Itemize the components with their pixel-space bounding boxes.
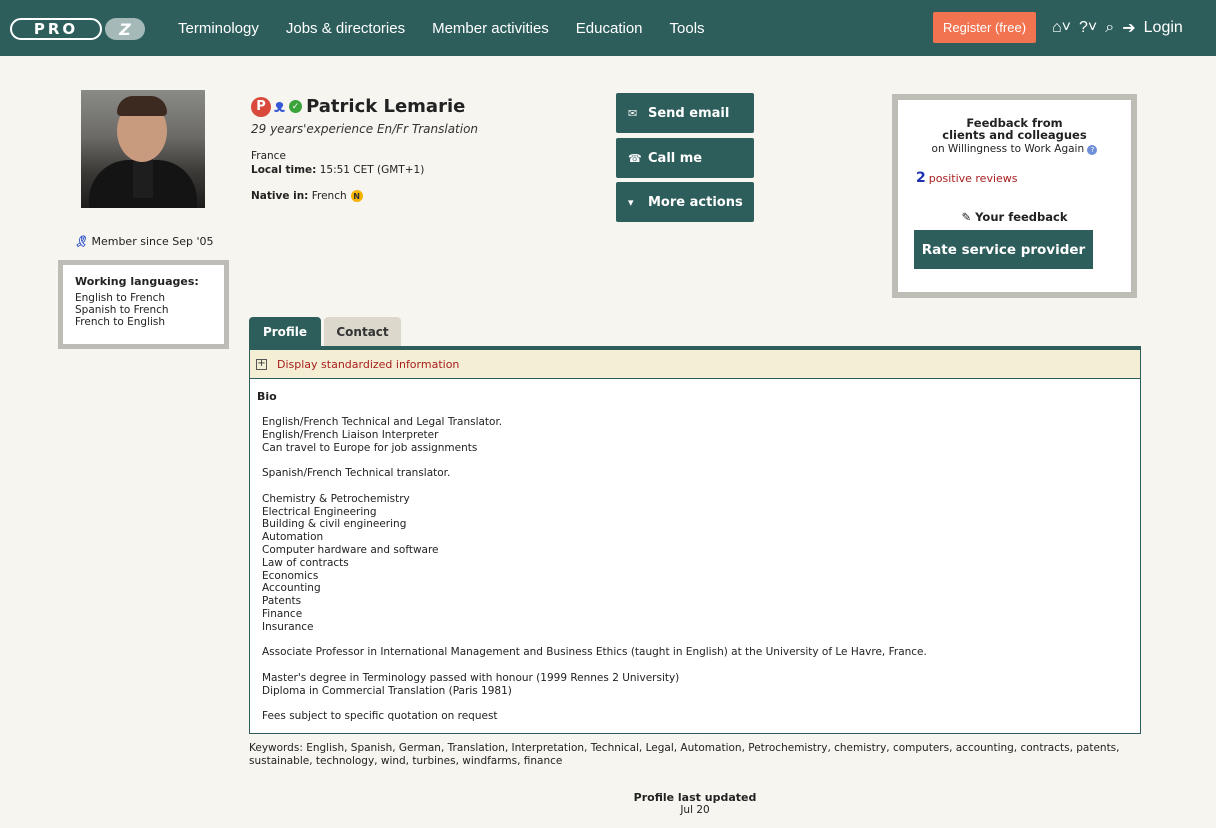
language-pair: English to French: [75, 292, 166, 304]
member-since: 🎗︎ Member since Sep '05: [74, 235, 224, 248]
bio-heading: Bio: [257, 390, 277, 403]
login-link[interactable]: Login: [1144, 19, 1183, 37]
profile-tagline: 29 years'experience En/Fr Translation: [251, 122, 479, 136]
bio-line: Master's degree in Terminology passed wi…: [262, 671, 680, 684]
feedback-title: Feedback from clients and colleagues: [942, 116, 1087, 142]
site-logo[interactable]: PRO Z: [10, 16, 148, 42]
local-time-label: Local time:: [251, 164, 317, 176]
profile-name: Patrick Lemarie: [306, 96, 466, 117]
nav-link-terminology[interactable]: Terminology: [178, 20, 259, 37]
bio-spacer: [262, 659, 1132, 672]
local-time: Local time: 15:51 CET (GMT+1): [251, 164, 424, 176]
local-time-value: 15:51 CET (GMT+1): [319, 164, 425, 176]
profile-photo: [81, 90, 205, 208]
home-icon[interactable]: ⌂˅: [1052, 19, 1071, 37]
display-standardized-toggle[interactable]: + Display standardized information: [250, 350, 1140, 379]
working-languages-title: Working languages:: [75, 275, 199, 288]
bio-line: Law of contracts: [262, 556, 349, 569]
logo-pro: PRO: [10, 18, 102, 40]
bio-line: Can travel to Europe for job assignments: [262, 441, 478, 454]
call-me-label: Call me: [648, 150, 703, 166]
plus-member-icon[interactable]: P: [251, 96, 271, 117]
working-languages-box: Working languages: English to French Spa…: [58, 260, 229, 349]
bio-spacer: [262, 698, 1132, 711]
expand-icon: +: [256, 358, 267, 370]
call-me-button[interactable]: ☎ Call me: [616, 138, 754, 178]
profile-country: France: [251, 150, 286, 162]
bio-text: English/French Technical and Legal Trans…: [262, 416, 1132, 723]
bio-line: Chemistry & Petrochemistry: [262, 492, 410, 505]
question-icon[interactable]: ?: [1087, 145, 1098, 155]
bio-line: Diploma in Commercial Translation (Paris…: [262, 684, 512, 697]
help-icon[interactable]: ?˅: [1079, 19, 1097, 37]
phone-icon: ☎: [628, 151, 642, 165]
more-actions-label: More actions: [648, 194, 743, 210]
member-since-text: Member since Sep '05: [91, 235, 214, 248]
pencil-icon: ✎: [961, 210, 972, 224]
more-actions-button[interactable]: ▾ More actions: [616, 182, 754, 222]
native-verified-icon[interactable]: N: [350, 190, 363, 202]
bio-line: English/French Technical and Legal Trans…: [262, 416, 503, 428]
language-pair: French to English: [75, 316, 166, 328]
nav-link-member-activities[interactable]: Member activities: [432, 20, 549, 37]
bio-line: Computer hardware and software: [262, 543, 439, 556]
bio-line: Patents: [262, 595, 302, 608]
bio-line: Building & civil engineering: [262, 518, 407, 531]
tab-profile[interactable]: Profile: [249, 317, 321, 347]
bio-line: Economics: [262, 569, 319, 582]
bio-line: Insurance: [262, 620, 314, 633]
ribbon-icon: 🎗︎: [74, 235, 88, 248]
top-nav: PRO Z Terminology Jobs & directories Mem…: [0, 0, 1216, 56]
bio-line: English/French Liaison Interpreter: [262, 428, 439, 441]
profile-panel: + Display standardized information Bio E…: [249, 346, 1141, 734]
nav-icons: ⌂˅ ?˅ ⌕ ➔ Login: [1052, 16, 1183, 40]
nav-link-tools[interactable]: Tools: [670, 20, 705, 37]
bio-line: Associate Professor in International Man…: [262, 646, 927, 659]
bio-line: Accounting: [262, 582, 321, 595]
envelope-icon: ✉: [628, 106, 638, 120]
bio-line: Finance: [262, 607, 303, 620]
keywords: Keywords: English, Spanish, German, Tran…: [249, 742, 1120, 767]
feedback-box: Feedback from clients and colleagues on …: [892, 94, 1137, 298]
bio-line: Electrical Engineering: [262, 505, 377, 518]
verified-icon[interactable]: ✓: [289, 100, 303, 113]
bio-line: Fees subject to specific quotation on re…: [262, 710, 498, 723]
logo-z: Z: [105, 18, 145, 40]
bio-line: Automation: [262, 531, 324, 544]
nav-links: Terminology Jobs & directories Member ac…: [178, 0, 732, 56]
search-icon[interactable]: ⌕: [1105, 19, 1114, 37]
send-email-button[interactable]: ✉ Send email: [616, 93, 754, 133]
send-email-label: Send email: [648, 105, 730, 121]
reviews-count: 2: [916, 170, 926, 186]
profile-last-updated: Profile last updated Jul 20: [633, 791, 757, 817]
native-language: Native in: French N: [251, 190, 363, 202]
rate-service-provider-button[interactable]: Rate service provider: [914, 230, 1093, 269]
your-feedback-link[interactable]: ✎ Your feedback: [898, 210, 1131, 224]
caret-down-icon: ▾: [628, 195, 634, 209]
feedback-subtitle: on Willingness to Work Again ?: [898, 143, 1131, 155]
tab-contact[interactable]: Contact: [324, 317, 401, 347]
bio-line: Spanish/French Technical translator.: [262, 467, 451, 480]
language-pair: Spanish to French: [75, 304, 169, 316]
positive-reviews-link[interactable]: 2 positive reviews: [916, 170, 1018, 186]
nav-link-education[interactable]: Education: [576, 20, 643, 37]
bio-spacer: [262, 454, 1132, 467]
profile-header: P ᴥ ✓ Patrick Lemarie: [251, 96, 465, 117]
bio-spacer: [262, 634, 1132, 647]
nav-link-jobs[interactable]: Jobs & directories: [286, 20, 405, 37]
bio-spacer: [262, 480, 1132, 493]
register-button[interactable]: Register (free): [933, 12, 1036, 43]
native-value: French: [311, 190, 347, 202]
login-icon[interactable]: ➔: [1122, 18, 1135, 38]
native-label: Native in:: [251, 190, 309, 202]
ribbon-icon[interactable]: ᴥ: [274, 96, 285, 117]
